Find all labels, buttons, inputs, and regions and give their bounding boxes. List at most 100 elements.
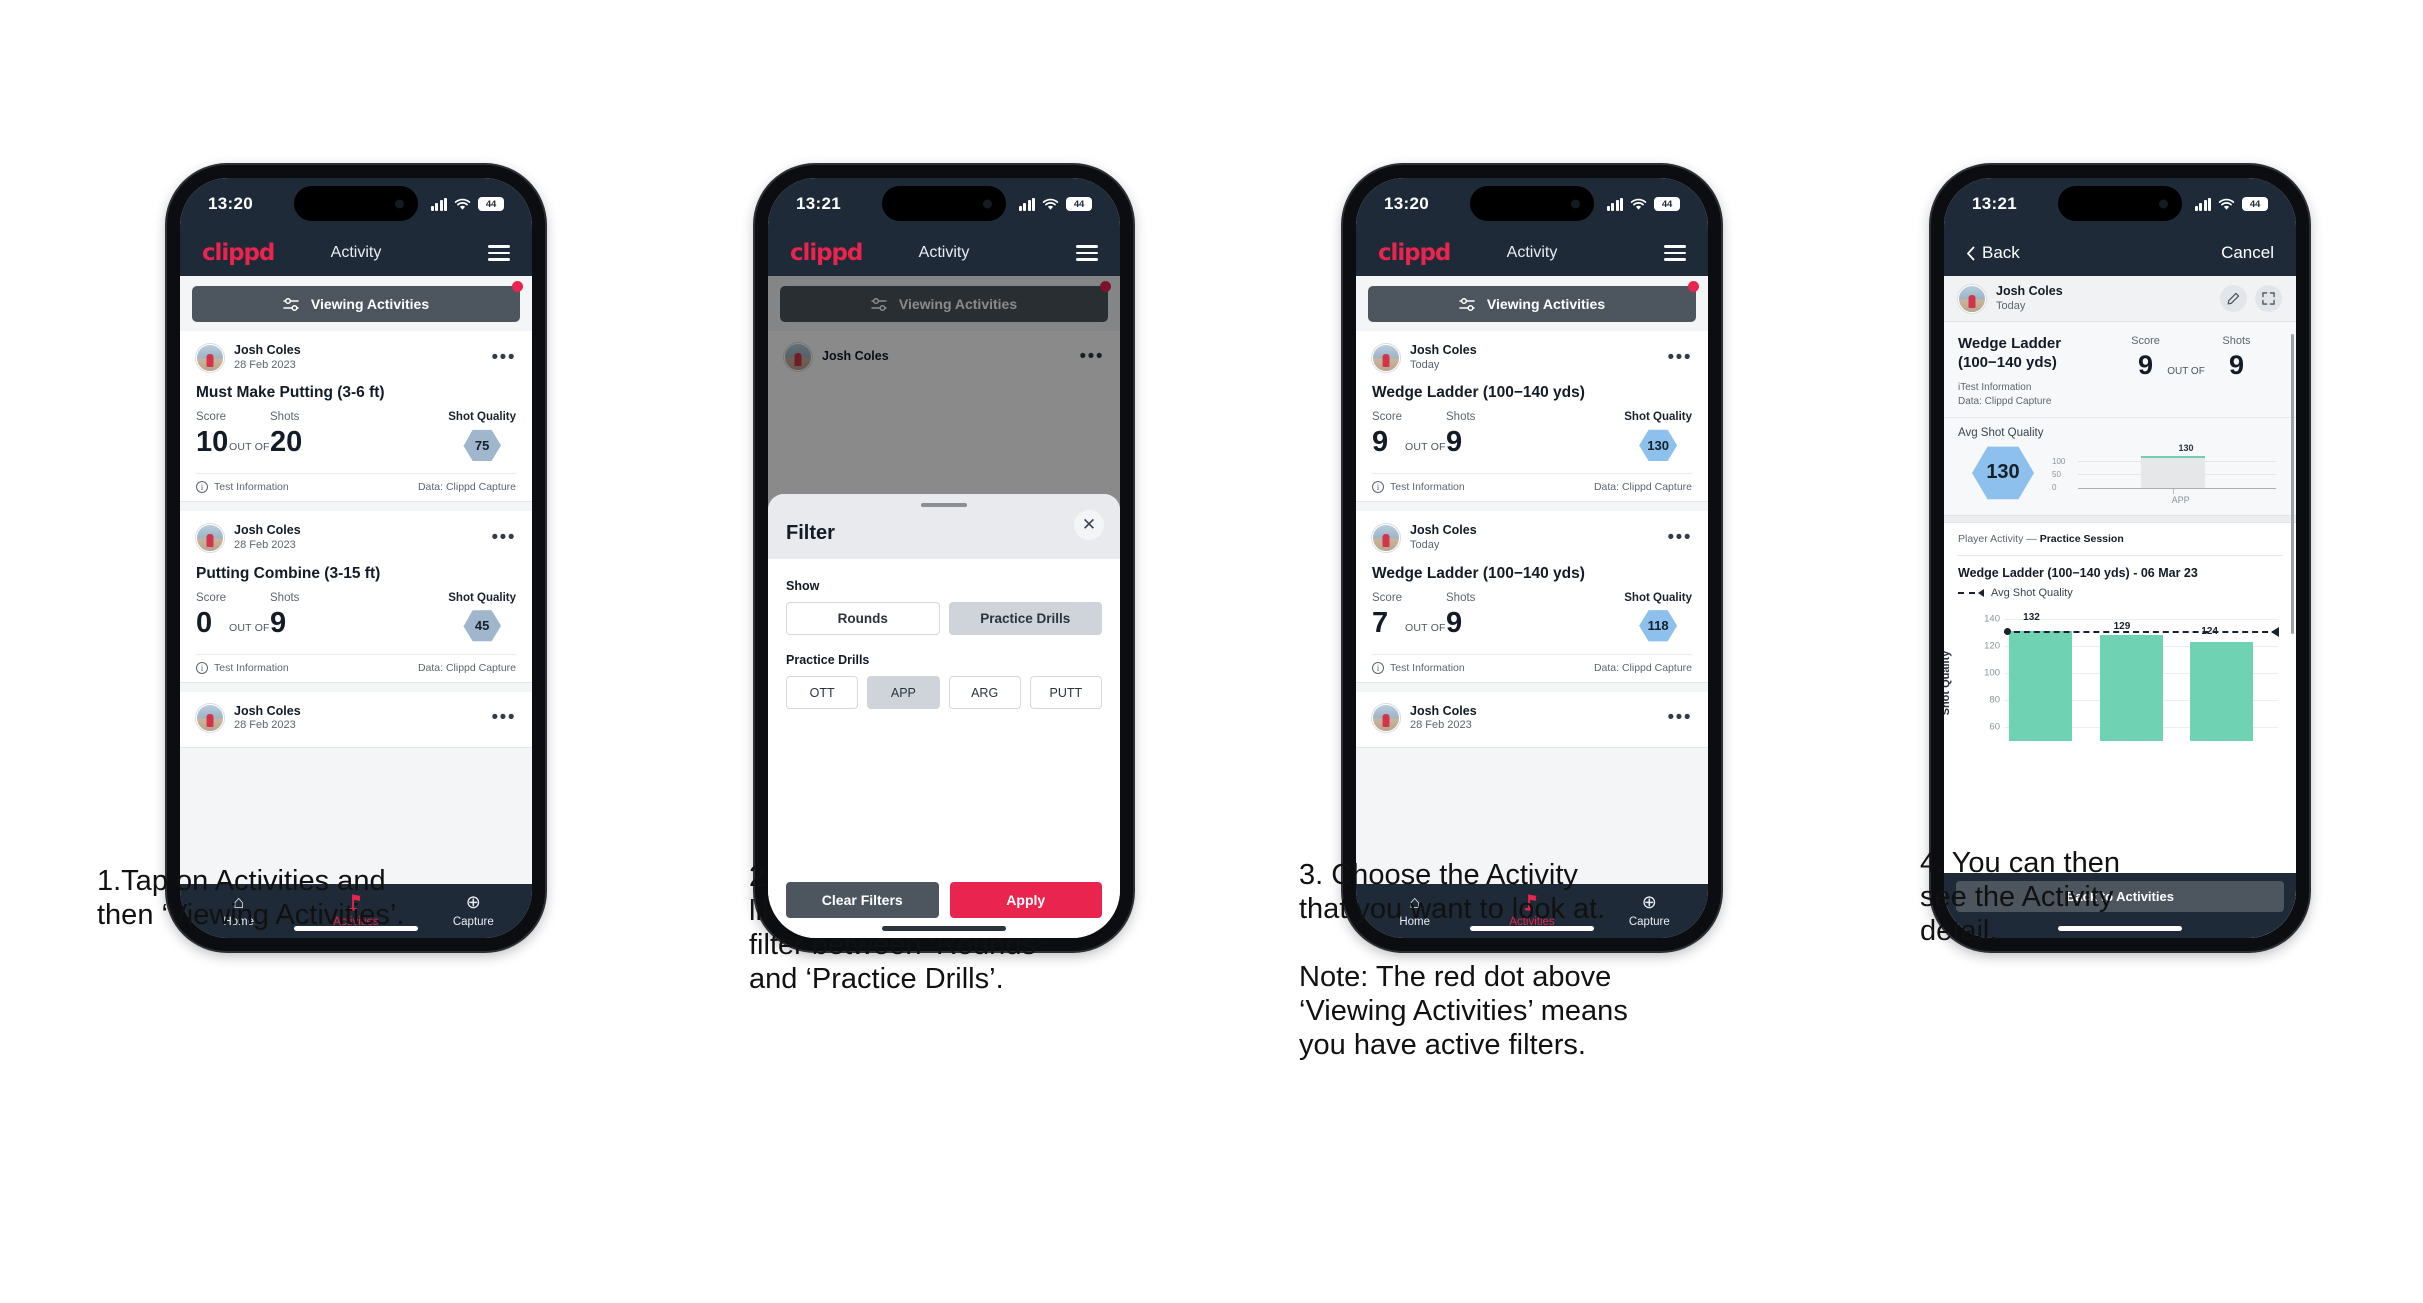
player-activity-prefix: Player Activity — [1958, 532, 2040, 545]
hamburger-menu-icon[interactable] [488, 241, 510, 264]
clippd-logo: clippd [202, 240, 275, 266]
phone-screen-3: 13:20 44 clippd Activity Viewing Activit… [1356, 178, 1708, 938]
card-more-icon[interactable]: ••• [1668, 528, 1692, 547]
viewing-activities-button[interactable]: Viewing Activities [192, 286, 520, 322]
filter-sliders-icon [283, 297, 299, 311]
content-scrollbar[interactable] [2291, 334, 2294, 634]
session-bar-1 [2009, 630, 2073, 741]
card-user: Josh Coles Today [1410, 523, 1477, 552]
activity-card[interactable]: Josh Coles Today ••• Wedge Ladder (100−1… [1356, 511, 1708, 683]
avatar [1372, 343, 1400, 372]
shot-quality-hex: 75 [463, 429, 502, 462]
avg-shot-quality-label: Avg Shot Quality [1958, 426, 2044, 439]
viewing-activities-button[interactable]: Viewing Activities [1368, 286, 1696, 322]
activity-card[interactable]: Josh Coles Today ••• Wedge Ladder (100−1… [1356, 331, 1708, 503]
show-option-practice-drills[interactable]: Practice Drills [948, 602, 1102, 635]
chevron-left-icon [1967, 246, 1975, 260]
activity-card[interactable]: Josh Coles 28 Feb 2023 ••• [180, 691, 532, 749]
avg-shot-quality-hex: 130 [1972, 446, 2034, 500]
screen-body: Viewing Activities Josh Coles Today ••• [1356, 276, 1708, 884]
info-icon: i [196, 481, 208, 494]
phone-screen-2: 13:21 44 clippd Activity Viewing Activit… [768, 178, 1120, 938]
drill-option-app[interactable]: APP [867, 676, 940, 709]
score-value: 9 [1372, 426, 1389, 459]
phone-screen-4: 13:21 44 Back Cancel Josh Coles Today We… [1944, 178, 2296, 938]
user-name: Josh Coles [234, 343, 301, 357]
info-icon: i [1372, 481, 1384, 494]
detail-nav-bar: Back Cancel [1944, 230, 2296, 276]
card-metrics: Score 0 OUT OF Shots 9 Shot Quality 45 [196, 592, 516, 654]
test-information-label: Test Information [1390, 661, 1465, 674]
info-icon: i [196, 661, 208, 674]
shot-quality-hex: 130 [1639, 429, 1678, 462]
hamburger-menu-icon[interactable] [1076, 241, 1098, 264]
drill-option-putt[interactable]: PUTT [1029, 676, 1102, 709]
activity-card[interactable]: Josh Coles 28 Feb 2023 ••• Must Make Put… [180, 331, 532, 503]
step-4-column: 13:21 44 Back Cancel Josh Coles Today We… [1920, 165, 2309, 951]
back-button[interactable]: Back [1966, 243, 2020, 263]
battery-indicator: 44 [2242, 197, 2268, 211]
avg-line-end-arrow [2271, 626, 2279, 637]
session-bar-2 [2099, 634, 2163, 741]
score-value: 7 [1372, 606, 1389, 639]
step-1-caption: 1.Tap on Activities and then ‘Viewing Ac… [97, 865, 405, 931]
screen-body: Viewing Activities Josh Coles ••• Filter… [768, 276, 1120, 938]
shots-value: 9 [270, 606, 287, 639]
app-nav-bar: clippd Activity [1356, 230, 1708, 276]
score-metric: Score 9 [1372, 411, 1402, 457]
active-filters-dot [1688, 281, 1699, 292]
card-user: Josh Coles 28 Feb 2023 [234, 523, 301, 552]
shot-quality-label: Shot Quality [448, 591, 516, 604]
out-of-label: OUT OF [1405, 621, 1446, 634]
filter-sheet-title: Filter [786, 522, 835, 544]
drill-option-arg[interactable]: ARG [948, 676, 1021, 709]
activity-card[interactable]: Josh Coles 28 Feb 2023 ••• Putting Combi… [180, 511, 532, 683]
test-information-label: Test Information [214, 481, 289, 494]
shot-quality-hex: 45 [463, 610, 502, 642]
shot-quality-label: Shot Quality [1624, 591, 1692, 604]
hamburger-menu-icon[interactable] [1664, 241, 1686, 264]
dynamic-island [294, 186, 418, 221]
session-chart-legend-label: Avg Shot Quality [1991, 586, 2073, 599]
mini-chart-bar-app [2141, 455, 2205, 488]
avatar [196, 704, 224, 733]
pencil-icon[interactable] [2220, 285, 2247, 313]
status-time: 13:20 [208, 194, 253, 213]
card-more-icon[interactable]: ••• [1668, 348, 1692, 367]
wifi-icon [454, 198, 471, 210]
drill-option-ott[interactable]: OTT [786, 676, 859, 709]
apply-button[interactable]: Apply [949, 882, 1102, 918]
show-option-rounds[interactable]: Rounds [786, 602, 940, 635]
data-source-label: Data: Clippd Capture [417, 661, 516, 674]
shot-quality-value: 45 [474, 618, 490, 634]
session-chart-section: Wedge Ladder (100−140 yds) - 06 Mar 23 A… [1944, 555, 2296, 873]
out-of-label: OUT OF [2167, 366, 2205, 378]
sheet-grabber[interactable] [921, 503, 967, 507]
filter-bar-label: Viewing Activities [1486, 296, 1606, 312]
cellular-signal-icon [1606, 197, 1623, 211]
avatar [1372, 704, 1400, 733]
shots-metric: Shots 9 [1446, 592, 1475, 638]
status-indicators: 44 [2194, 197, 2268, 211]
expand-icon[interactable] [2255, 285, 2282, 313]
clear-filters-button[interactable]: Clear Filters [786, 882, 939, 918]
battery-indicator: 44 [478, 197, 504, 211]
wifi-icon [2218, 198, 2235, 210]
score-label: Score [1372, 411, 1403, 424]
home-indicator [882, 926, 1006, 931]
close-icon[interactable]: ✕ [1074, 510, 1104, 540]
out-of-label: OUT OF [229, 441, 270, 454]
card-footer: i Test Information Data: Clippd Capture [1372, 653, 1692, 682]
card-more-icon[interactable]: ••• [492, 528, 516, 547]
shot-quality-metric: Shot Quality 118 [1624, 592, 1692, 643]
activity-card[interactable]: Josh Coles 28 Feb 2023 ••• [1356, 691, 1708, 749]
out-of-label: OUT OF [1405, 441, 1446, 454]
card-more-icon[interactable]: ••• [492, 708, 516, 727]
practice-drills-chips: OTT APP ARG PUTT [786, 676, 1102, 709]
shots-metric: Shots 9 [270, 592, 299, 638]
card-more-icon[interactable]: ••• [1668, 708, 1692, 727]
cancel-button[interactable]: Cancel [2221, 243, 2274, 263]
card-more-icon[interactable]: ••• [492, 348, 516, 367]
filter-sheet: Filter ✕ Show Rounds Practice Drills Pra… [768, 494, 1120, 938]
activity-title: Wedge Ladder (100−140 yds) [1372, 564, 1585, 582]
